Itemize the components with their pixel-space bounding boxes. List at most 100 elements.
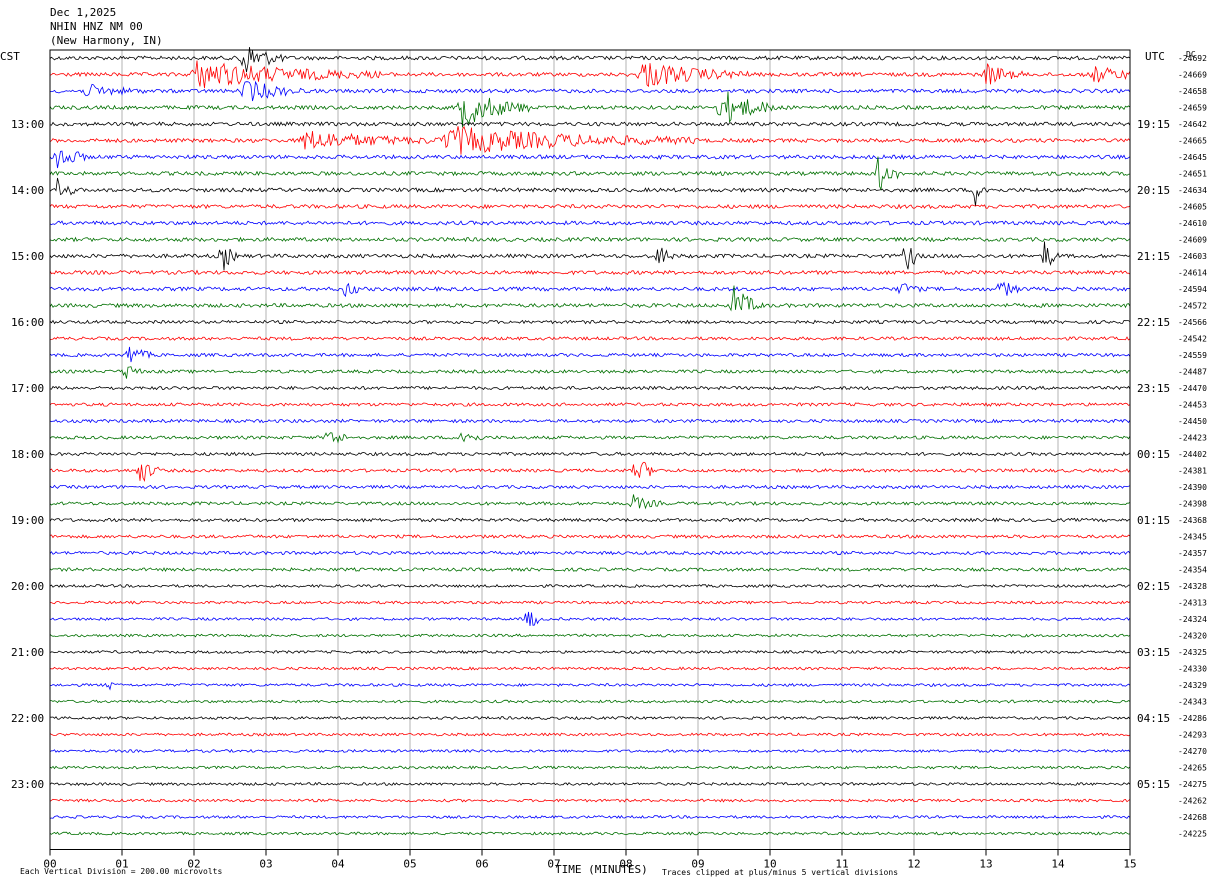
trace-line-44 <box>49 782 1131 786</box>
dc-offset-label: -24325 <box>1178 648 1207 657</box>
left-hour-label: 15:00 <box>11 250 44 263</box>
trace-line-39 <box>50 699 1131 704</box>
header-date: Dec 1,2025 <box>50 6 116 19</box>
x-tick-label-05: 05 <box>403 858 416 871</box>
dc-offset-label: -24645 <box>1178 153 1207 162</box>
trace-line-4 <box>49 121 1131 127</box>
left-hour-label: 16:00 <box>11 316 44 329</box>
dc-offset-label: -24320 <box>1178 632 1207 641</box>
trace-line-3 <box>49 91 1131 128</box>
dc-offset-label: -24286 <box>1178 714 1207 723</box>
dc-offset-label: -24614 <box>1178 269 1207 278</box>
left-timezone-label: CST <box>0 50 20 63</box>
dc-offset-label: -24343 <box>1178 698 1207 707</box>
dc-offset-label: -24651 <box>1178 170 1207 179</box>
plot-frame <box>49 49 1131 850</box>
dc-offset-label: -24423 <box>1178 434 1207 443</box>
dc-offset-label: -24368 <box>1178 516 1207 525</box>
dc-offset-label: -24634 <box>1178 186 1207 195</box>
dc-offset-label: -24609 <box>1178 236 1207 245</box>
trace-line-29 <box>49 534 1131 539</box>
right-hour-label: 03:15 <box>1137 646 1170 659</box>
left-hour-label: 19:00 <box>11 514 44 527</box>
trace-line-17 <box>49 336 1131 341</box>
right-hour-label: 22:15 <box>1137 316 1170 329</box>
x-tick-label-13: 13 <box>979 858 992 871</box>
trace-line-43 <box>49 765 1131 770</box>
seismic-traces <box>49 47 1131 836</box>
trace-line-32 <box>49 583 1130 589</box>
dc-offset-label: -24329 <box>1178 681 1207 690</box>
footer-scale-note: Each Vertical Division = 200.00 microvol… <box>20 867 222 876</box>
footer-clip-note: Traces clipped at plus/minus 5 vertical … <box>662 868 898 877</box>
left-hour-label: 14:00 <box>11 184 44 197</box>
dc-offset-label: -24487 <box>1178 368 1207 377</box>
trace-line-27 <box>49 494 1131 510</box>
trace-line-30 <box>49 550 1131 556</box>
trace-line-9 <box>49 203 1131 210</box>
dc-offset-label: -24265 <box>1178 764 1207 773</box>
helicorder-chart: 00 01 02 03 04 05 06 07 08 09 10 11 12 13 14 15 13:0014… <box>0 6 1207 877</box>
right-hour-label: 05:15 <box>1137 778 1170 791</box>
dc-offset-label: -24665 <box>1178 137 1207 146</box>
trace-line-42 <box>49 748 1131 754</box>
trace-line-22 <box>49 418 1131 424</box>
trace-line-37 <box>49 666 1131 671</box>
trace-line-1 <box>49 60 1131 89</box>
trace-line-24 <box>49 451 1131 457</box>
trace-line-36 <box>49 650 1131 655</box>
trace-line-18 <box>49 346 1131 363</box>
dc-offset-label: -24345 <box>1178 533 1207 542</box>
left-hour-label: 20:00 <box>11 580 44 593</box>
dc-offset-label: -24566 <box>1178 318 1207 327</box>
trace-line-34 <box>49 611 1131 626</box>
trace-line-16 <box>49 319 1131 325</box>
dc-offset-label: -24603 <box>1178 252 1207 261</box>
left-hour-label: 13:00 <box>11 118 44 131</box>
right-hour-labels: 19:15 20:15 21:15 22:15 23:15 00:15 01:15 02:15… <box>1137 118 1170 791</box>
dc-offset-label: -24381 <box>1178 467 1207 476</box>
trace-line-10 <box>49 220 1131 226</box>
dc-offset-label: -24402 <box>1178 450 1207 459</box>
dc-offset-label: -24357 <box>1178 549 1207 558</box>
dc-offset-label: -24610 <box>1178 219 1207 228</box>
right-hour-label: 01:15 <box>1137 514 1170 527</box>
right-hour-label: 21:15 <box>1137 250 1170 263</box>
right-timezone-label: UTC <box>1145 50 1165 63</box>
trace-line-23 <box>49 432 1131 444</box>
right-hour-label: 02:15 <box>1137 580 1170 593</box>
right-hour-label: 00:15 <box>1137 448 1170 461</box>
trace-line-38 <box>49 682 1131 691</box>
dc-offset-label: -24542 <box>1178 335 1207 344</box>
trace-line-0 <box>49 47 1131 73</box>
x-axis-title: TIME (MINUTES) <box>555 863 648 876</box>
dc-offset-label: -24270 <box>1178 747 1207 756</box>
right-hour-label: 23:15 <box>1137 382 1170 395</box>
x-tick-label-15: 15 <box>1123 858 1136 871</box>
trace-line-20 <box>49 385 1131 391</box>
dc-offset-label: -24390 <box>1178 483 1207 492</box>
dc-offset-label: -24324 <box>1178 615 1207 624</box>
right-hour-label: 04:15 <box>1137 712 1170 725</box>
dc-offset-label: -24330 <box>1178 665 1207 674</box>
x-tick-label-14: 14 <box>1051 858 1065 871</box>
dc-offset-label: -24450 <box>1178 417 1207 426</box>
dc-offset-label: -24559 <box>1178 351 1207 360</box>
left-hour-label: 22:00 <box>11 712 44 725</box>
right-hour-label: 19:15 <box>1137 118 1170 131</box>
x-tick-label-03: 03 <box>259 858 272 871</box>
right-hour-label: 20:15 <box>1137 184 1170 197</box>
trace-line-21 <box>49 402 1131 407</box>
left-hour-labels: 13:00 14:00 15:00 16:00 17:00 18:00 19:00 20:00… <box>11 118 44 791</box>
trace-line-13 <box>49 269 1131 276</box>
trace-line-12 <box>49 241 1131 271</box>
trace-line-7 <box>49 156 1131 192</box>
trace-line-25 <box>49 461 1131 483</box>
dc-offset-label: -24605 <box>1178 203 1207 212</box>
dc-offset-label: -24225 <box>1178 830 1207 839</box>
trace-line-2 <box>49 80 1131 102</box>
x-tick-label-12: 12 <box>907 858 920 871</box>
trace-line-40 <box>49 715 1131 721</box>
dc-offset-label: -24275 <box>1178 780 1207 789</box>
trace-line-31 <box>49 567 1131 572</box>
